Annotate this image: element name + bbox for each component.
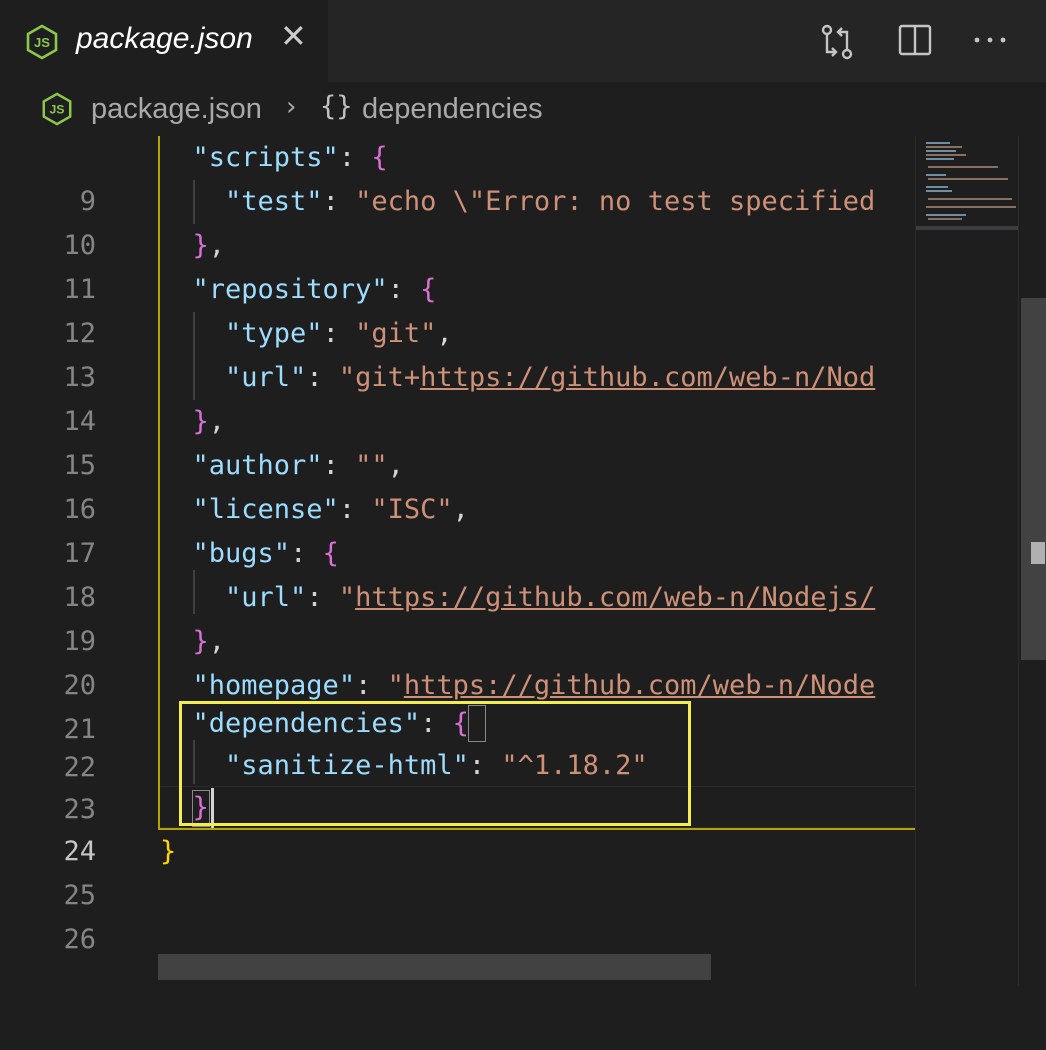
url-link[interactable]: https://github.com/web-n/Nod xyxy=(420,362,875,393)
minimap[interactable] xyxy=(915,136,1019,986)
code-line[interactable]: 25 } xyxy=(0,830,915,911)
code-line[interactable]: 14 "url": "git+https://github.com/web-n/… xyxy=(0,356,915,437)
highlight-annotation-box xyxy=(179,701,691,826)
tab-title: package.json xyxy=(76,22,253,55)
code-line[interactable]: 26 xyxy=(0,874,915,955)
nodejs-icon: JS xyxy=(24,24,60,65)
code-line[interactable]: 18 "bugs": { xyxy=(0,532,915,613)
breadcrumb: JS package.json › {} dependencies xyxy=(0,82,1046,136)
code-line[interactable]: 10 "test": "echo \"Error: no test specif… xyxy=(0,180,915,261)
breadcrumb-file[interactable]: package.json xyxy=(91,93,262,126)
code-line[interactable]: 16 "author": "", xyxy=(0,444,915,525)
horizontal-scrollbar-thumb[interactable] xyxy=(158,954,711,980)
url-link[interactable]: https://github.com/web-n/Nodejs/ xyxy=(355,582,875,613)
scrollbar-cursor-marker xyxy=(1031,542,1045,564)
code-line[interactable]: 9 "scripts": { xyxy=(0,136,915,217)
code-line[interactable]: 15 }, xyxy=(0,400,915,481)
url-link[interactable]: https://github.com/web-n/Node xyxy=(404,670,875,701)
json-object-icon: {} xyxy=(320,91,353,122)
vertical-scrollbar[interactable] xyxy=(1018,136,1046,986)
breadcrumb-node[interactable]: dependencies xyxy=(362,93,543,126)
split-editor-icon[interactable] xyxy=(898,22,932,63)
line-number: 26 xyxy=(63,924,96,955)
code-line[interactable]: 12 "repository": { xyxy=(0,268,915,349)
code-line[interactable]: 11 }, xyxy=(0,224,915,305)
tab-package-json[interactable]: JS package.json ✕ xyxy=(0,0,328,82)
code-line[interactable]: 13 "type": "git", xyxy=(0,312,915,393)
vertical-scrollbar-thumb[interactable] xyxy=(1021,298,1046,660)
svg-text:JS: JS xyxy=(49,103,64,117)
git-compare-icon[interactable] xyxy=(818,22,856,67)
more-actions-icon[interactable] xyxy=(972,30,1008,55)
code-line[interactable]: 20 }, xyxy=(0,620,915,701)
code-line[interactable]: 17 "license": "ISC", xyxy=(0,488,915,569)
code-editor[interactable]: 9 "scripts": { 10 "test": "echo \"Error:… xyxy=(0,136,1046,986)
breadcrumb-separator: › xyxy=(286,92,297,122)
close-icon[interactable]: ✕ xyxy=(280,20,307,52)
code-line[interactable]: 19 "url": "https://github.com/web-n/Node… xyxy=(0,576,915,657)
nodejs-icon: JS xyxy=(40,92,74,134)
svg-text:JS: JS xyxy=(34,35,50,50)
editor-tab-bar: JS package.json ✕ xyxy=(0,0,1046,82)
